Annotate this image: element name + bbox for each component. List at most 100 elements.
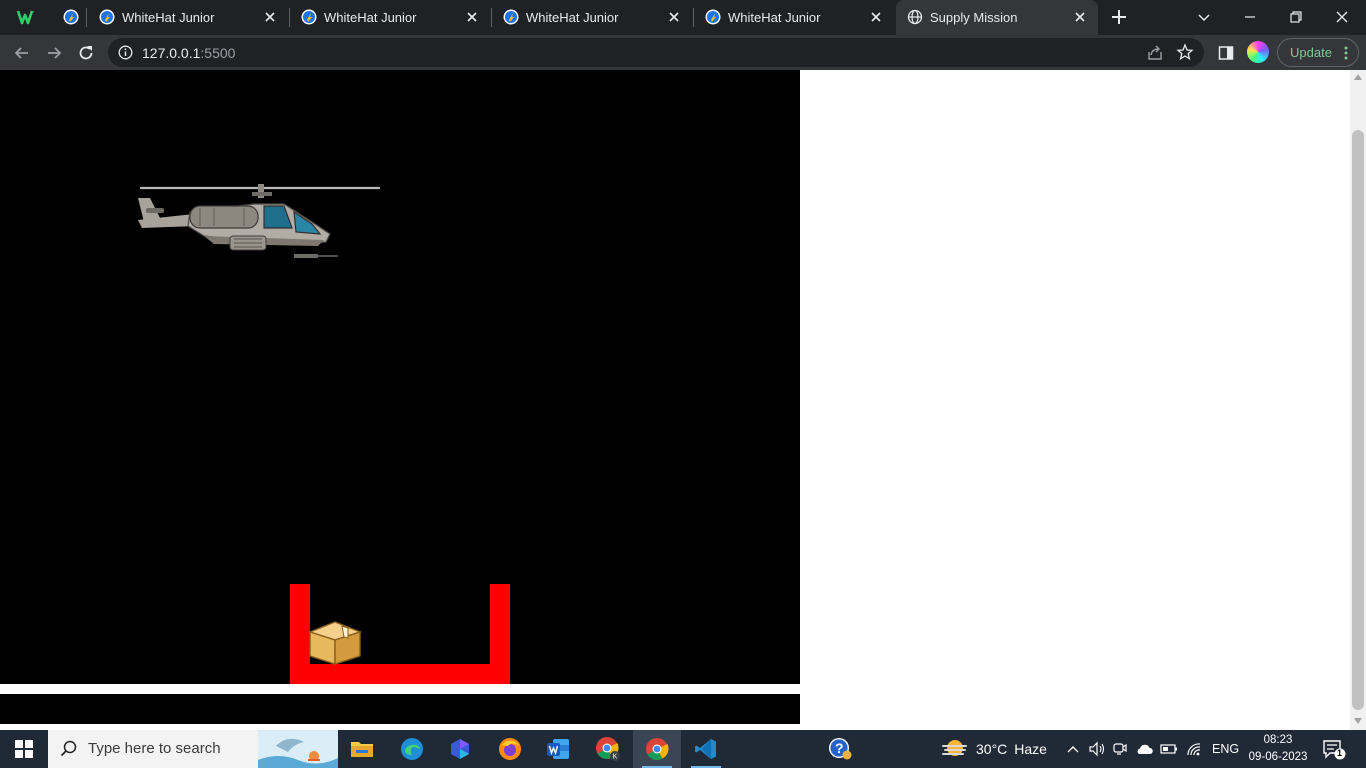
forward-button[interactable] <box>42 41 66 65</box>
close-tab-icon[interactable] <box>666 9 682 25</box>
package-box-sprite <box>308 621 362 665</box>
word-icon <box>547 739 569 759</box>
browser-tab-strip: ' WhiteHat Junior WhiteHat Junior WhiteH… <box>0 0 1366 35</box>
whitehat-rocket-icon <box>705 9 721 25</box>
helicopter-sprite <box>138 184 380 258</box>
notification-icon <box>1323 740 1346 760</box>
close-tab-icon[interactable] <box>262 9 278 25</box>
weather-widget[interactable]: 30°C Haze <box>940 730 1047 768</box>
volume-icon[interactable] <box>1088 741 1106 757</box>
firefox-app[interactable] <box>486 730 534 768</box>
kebab-menu-icon[interactable] <box>1344 45 1348 61</box>
clock-time: 08:23 <box>1263 734 1293 746</box>
drop-zone-floor <box>290 664 510 684</box>
tab-search-button[interactable] <box>1184 4 1224 30</box>
close-window-button[interactable] <box>1322 4 1362 30</box>
globe-icon <box>907 9 923 25</box>
vscode-icon <box>695 739 716 759</box>
weather-condition: Haze <box>1014 741 1047 757</box>
scroll-up-icon[interactable] <box>1354 74 1362 80</box>
site-info-icon[interactable] <box>118 45 133 65</box>
weather-temp: 30°C <box>976 741 1008 757</box>
tab-pinned[interactable] <box>52 0 82 35</box>
meet-now-icon[interactable] <box>1112 741 1128 757</box>
tab-title: Supply Mission <box>930 10 1018 25</box>
profile-avatar[interactable] <box>1247 41 1269 63</box>
minimize-button[interactable] <box>1230 4 1270 30</box>
tab-title: WhiteHat Junior <box>526 10 619 25</box>
whitehat-rocket-icon <box>99 9 115 25</box>
svg-text:?: ? <box>835 740 844 756</box>
tab-supply-mission[interactable]: Supply Mission <box>896 0 1098 35</box>
folder-icon <box>351 742 373 757</box>
copilot-app[interactable] <box>436 730 484 768</box>
restore-button[interactable] <box>1276 4 1316 30</box>
browser-toolbar: 127.0.0.1:5500 Update <box>0 35 1366 70</box>
tab-whitehat-2[interactable]: WhiteHat Junior <box>290 0 490 35</box>
game-canvas[interactable] <box>0 70 800 684</box>
tab-whitehat-4[interactable]: WhiteHat Junior <box>694 0 894 35</box>
word-app[interactable] <box>534 730 582 768</box>
tab-title: WhiteHat Junior <box>324 10 417 25</box>
side-panel-icon[interactable] <box>1214 41 1238 65</box>
notification-count: 1 <box>1337 748 1343 758</box>
language-indicator[interactable]: ENG <box>1212 742 1239 756</box>
search-highlight-illustration <box>258 730 338 768</box>
search-icon <box>60 740 77 757</box>
game-canvas-lower[interactable] <box>0 694 800 724</box>
tab-title: WhiteHat Junior <box>122 10 215 25</box>
system-tray: ENG <box>1066 730 1239 768</box>
help-app[interactable]: ? <box>816 730 864 768</box>
chevron-up-icon[interactable] <box>1066 744 1080 754</box>
haze-sun-icon <box>942 740 967 756</box>
close-tab-icon[interactable] <box>1072 9 1088 25</box>
share-icon[interactable] <box>1146 44 1164 67</box>
notifications-button[interactable]: 1 <box>1322 738 1346 760</box>
close-tab-icon[interactable] <box>868 9 884 25</box>
windows-taskbar: Type here to search K ? 30°C Haze ENG 08… <box>0 730 1366 768</box>
tab-separator <box>86 8 87 27</box>
svg-text:': ' <box>33 11 34 18</box>
address-url: 127.0.0.1:5500 <box>142 45 235 61</box>
help-icon: ? <box>829 738 852 760</box>
search-placeholder: Type here to search <box>88 740 221 757</box>
scrollbar-thumb[interactable] <box>1352 130 1364 710</box>
edge-icon <box>401 738 423 760</box>
whitehat-rocket-icon <box>63 9 79 25</box>
address-bar[interactable]: 127.0.0.1:5500 <box>108 38 1204 67</box>
edge-app[interactable] <box>388 730 436 768</box>
svg-text:K: K <box>613 754 618 761</box>
copilot-icon <box>451 739 469 759</box>
whitehat-w-logo[interactable]: ' <box>14 6 42 28</box>
page-scrollbar[interactable] <box>1350 70 1366 730</box>
start-button[interactable] <box>0 730 48 768</box>
scroll-down-icon[interactable] <box>1354 718 1362 724</box>
taskbar-search[interactable]: Type here to search <box>48 730 338 768</box>
windows-logo-icon <box>15 740 33 758</box>
onedrive-cloud-icon[interactable] <box>1135 742 1153 756</box>
new-tab-button[interactable] <box>1108 6 1130 28</box>
battery-icon[interactable] <box>1160 742 1178 756</box>
clock-date: 09-06-2023 <box>1248 751 1308 763</box>
chrome-app[interactable] <box>633 730 681 768</box>
chrome-icon: K <box>596 737 620 761</box>
close-tab-icon[interactable] <box>464 9 480 25</box>
tab-whitehat-1[interactable]: WhiteHat Junior <box>88 0 288 35</box>
reload-button[interactable] <box>74 41 98 65</box>
wifi-icon[interactable] <box>1185 741 1203 757</box>
file-explorer-app[interactable] <box>338 730 386 768</box>
firefox-icon <box>499 738 521 760</box>
bookmark-star-icon[interactable] <box>1176 43 1194 66</box>
url-port: :5500 <box>200 45 236 61</box>
tab-whitehat-3[interactable]: WhiteHat Junior <box>492 0 692 35</box>
update-label: Update <box>1290 45 1332 60</box>
chrome-profile-app[interactable]: K <box>584 730 632 768</box>
chrome-icon <box>646 738 669 760</box>
tab-title: WhiteHat Junior <box>728 10 821 25</box>
vscode-app[interactable] <box>682 730 730 768</box>
whitehat-rocket-icon <box>301 9 317 25</box>
back-button[interactable] <box>10 41 34 65</box>
taskbar-clock[interactable]: 08:23 09-06-2023 <box>1246 732 1310 766</box>
update-button[interactable]: Update <box>1277 38 1359 67</box>
whitehat-rocket-icon <box>503 9 519 25</box>
